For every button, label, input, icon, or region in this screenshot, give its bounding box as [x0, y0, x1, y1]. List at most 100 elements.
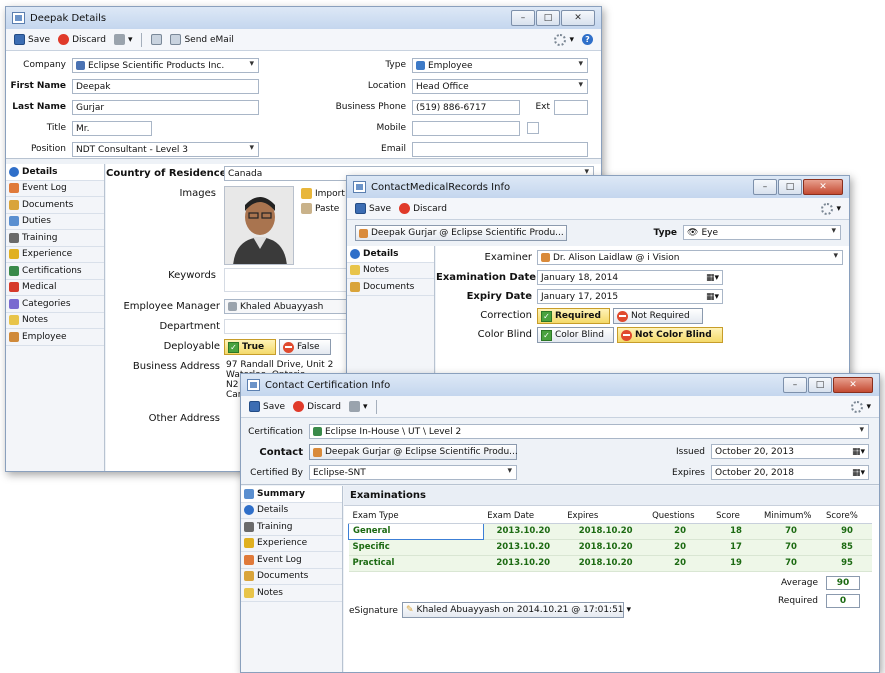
table-cell: 90	[821, 523, 872, 540]
company-select[interactable]: Eclipse Scientific Products Inc.	[72, 58, 259, 73]
last-name-field[interactable]: Gurjar	[72, 100, 259, 115]
minimize-button[interactable]: –	[511, 10, 535, 26]
nav-details[interactable]: Details	[347, 246, 434, 263]
nav-employee[interactable]: Employee	[6, 329, 104, 346]
import-button[interactable]: Import	[299, 187, 347, 200]
correction-required-button[interactable]: ✓ Required	[537, 308, 610, 324]
nav-event-log[interactable]: Event Log	[6, 181, 104, 197]
nav-details[interactable]: Details	[241, 503, 342, 519]
settings-button[interactable]: ▾	[552, 33, 576, 47]
maximize-button[interactable]: □	[778, 179, 802, 195]
first-name-field[interactable]: Deepak	[72, 79, 259, 94]
discard-button[interactable]: Discard	[56, 33, 108, 46]
type-select[interactable]: Employee	[412, 58, 588, 73]
calendar-icon[interactable]: ▦▾	[852, 468, 865, 478]
table-row[interactable]: Practical 2013.10.20 2018.10.20 20 19 70…	[348, 555, 872, 572]
mobile-field[interactable]	[412, 121, 520, 136]
table-row[interactable]: Specific 2013.10.20 2018.10.20 20 17 70 …	[348, 539, 872, 556]
save-button[interactable]: Save	[12, 33, 52, 46]
maximize-button[interactable]: □	[536, 10, 560, 26]
required-value[interactable]: 0	[826, 594, 860, 608]
contact-link[interactable]: Deepak Gurjar @ Eclipse Scientific Produ…	[309, 444, 518, 460]
expires-date-field[interactable]: October 20, 2018 ▦▾	[711, 465, 869, 480]
settings-button[interactable]: ▾	[849, 400, 873, 414]
calendar-icon[interactable]: ▦▾	[852, 447, 865, 457]
save-button[interactable]: Save	[353, 202, 393, 215]
calendar-icon[interactable]: ▦▾	[706, 273, 719, 283]
location-select[interactable]: Head Office	[412, 79, 588, 94]
contact-link[interactable]: Deepak Gurjar @ Eclipse Scientific Produ…	[355, 225, 567, 241]
mobile-checkbox[interactable]	[527, 122, 539, 134]
nav-documents[interactable]: Documents	[6, 197, 104, 214]
table-row[interactable]: General 2013.10.20 2018.10.20 20 18 70 9…	[348, 522, 872, 540]
discard-button[interactable]: Discard	[291, 400, 343, 413]
certification-window: Contact Certification Info – □ ✕ Save Di…	[240, 373, 880, 673]
position-select[interactable]: NDT Consultant - Level 3	[72, 142, 259, 157]
certification-select[interactable]: Eclipse In-House \ UT \ Level 2	[309, 424, 869, 439]
settings-button[interactable]: ▾	[819, 202, 843, 216]
nav-summary[interactable]: Summary	[241, 486, 342, 503]
window-titlebar[interactable]: Contact Certification Info – □ ✕	[241, 374, 879, 396]
deployable-true-button[interactable]: ✓ True	[224, 339, 276, 355]
nav-duties[interactable]: Duties	[6, 214, 104, 230]
minimize-button[interactable]: –	[753, 179, 777, 195]
send-email-button[interactable]: Send eMail	[168, 33, 235, 46]
close-button[interactable]: ✕	[561, 10, 595, 26]
nav-notes[interactable]: Notes	[347, 263, 434, 279]
discard-button[interactable]: Discard	[397, 202, 449, 215]
deployable-false-button[interactable]: False	[279, 339, 331, 355]
nav-training[interactable]: Training	[6, 230, 104, 247]
nav-event-log[interactable]: Event Log	[241, 552, 342, 569]
email-field[interactable]	[412, 142, 588, 157]
nav-notes[interactable]: Notes	[241, 585, 342, 602]
employee-manager-field[interactable]: Khaled Abuayyash	[224, 299, 354, 314]
paste-button[interactable]: Paste	[299, 202, 341, 215]
not-color-blind-button[interactable]: Not Color Blind	[617, 327, 723, 343]
column-header[interactable]: Minimum%	[760, 509, 822, 524]
nav-training[interactable]: Training	[241, 519, 342, 536]
nav-documents[interactable]: Documents	[241, 569, 342, 585]
employee-photo[interactable]	[224, 186, 294, 265]
department-field[interactable]	[224, 319, 354, 334]
examiner-select[interactable]: Dr. Alison Laidlaw @ i Vision	[537, 250, 843, 265]
print-button[interactable]: ▾	[347, 400, 370, 413]
calendar-icon[interactable]: ▦▾	[706, 292, 719, 302]
nav-details[interactable]: Details	[6, 164, 104, 181]
column-header[interactable]: Expires	[563, 509, 649, 524]
print-button[interactable]: ▾	[112, 33, 135, 46]
correction-not-required-button[interactable]: Not Required	[613, 308, 703, 324]
column-header[interactable]: Questions	[648, 509, 713, 524]
attach-button[interactable]	[149, 33, 164, 46]
keywords-field[interactable]	[224, 268, 354, 292]
window-titlebar[interactable]: ContactMedicalRecords Info – □ ✕	[347, 176, 849, 198]
window-titlebar[interactable]: Deepak Details – □ ✕	[6, 7, 601, 29]
nav-categories[interactable]: Categories	[6, 296, 104, 313]
nav-medical[interactable]: Medical	[6, 280, 104, 296]
nav-notes[interactable]: Notes	[6, 313, 104, 329]
business-phone-field[interactable]: (519) 886-6717	[412, 100, 520, 115]
nav-experience[interactable]: Experience	[241, 536, 342, 552]
color-blind-button[interactable]: ✓ Color Blind	[537, 327, 614, 343]
nav-documents[interactable]: Documents	[347, 279, 434, 296]
title-field[interactable]: Mr.	[72, 121, 152, 136]
column-header[interactable]: Score	[712, 509, 760, 524]
esignature-select[interactable]: ✎ Khaled Abuayyash on 2014.10.21 @ 17:01:…	[402, 602, 631, 618]
minimize-button[interactable]: –	[783, 377, 807, 393]
save-button[interactable]: Save	[247, 400, 287, 413]
type-select[interactable]: 👁 Eye	[683, 225, 841, 240]
employee-lock-icon	[9, 331, 19, 342]
help-button[interactable]: ?	[580, 33, 595, 46]
column-header[interactable]: Exam Date	[483, 509, 564, 524]
certified-by-select[interactable]: Eclipse-SNT	[309, 465, 517, 480]
ext-field[interactable]	[554, 100, 588, 115]
column-header[interactable]: Score%	[821, 509, 872, 524]
close-button[interactable]: ✕	[803, 179, 843, 195]
issued-date-field[interactable]: October 20, 2013 ▦▾	[711, 444, 869, 459]
nav-certifications[interactable]: Certifications	[6, 263, 104, 280]
expiry-date-field[interactable]: January 17, 2015 ▦▾	[537, 289, 723, 304]
maximize-button[interactable]: □	[808, 377, 832, 393]
nav-experience[interactable]: Experience	[6, 247, 104, 263]
close-button[interactable]: ✕	[833, 377, 873, 393]
exam-date-field[interactable]: January 18, 2014 ▦▾	[537, 270, 723, 285]
column-header[interactable]: Exam Type	[348, 509, 484, 524]
